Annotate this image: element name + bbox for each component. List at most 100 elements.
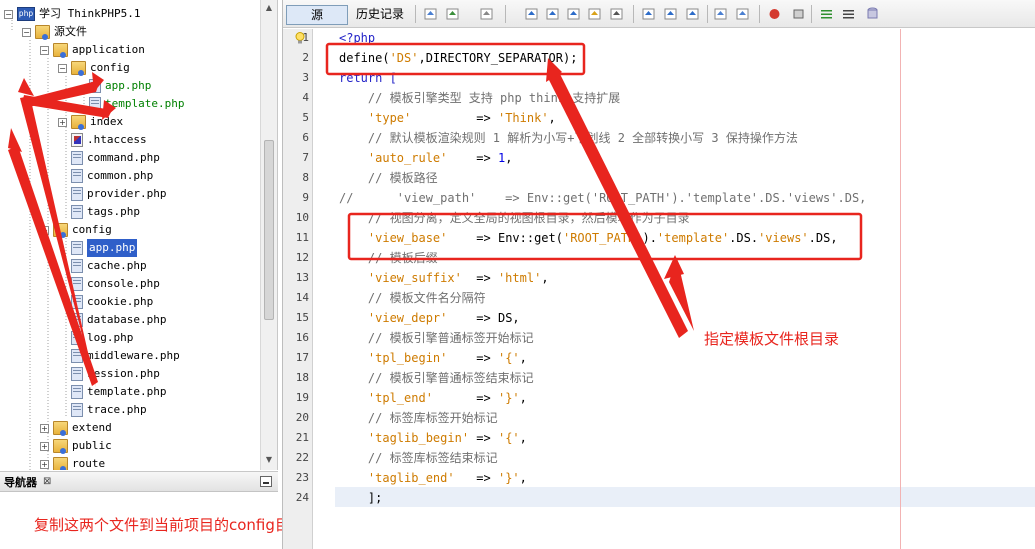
last-edit-icon[interactable] (423, 7, 438, 21)
tree-item-php[interactable]: template.php (71, 383, 166, 401)
code-line[interactable]: // 模板后缀 (339, 248, 438, 268)
code-line[interactable]: 'type' => 'Think', (339, 108, 556, 128)
project-tree[interactable]: − php 学习 ThinkPHP5.1− 源文件 − application − confi… (0, 0, 278, 470)
tree-item-php[interactable]: app.php (89, 77, 151, 95)
php-file-icon (71, 151, 83, 165)
code-line[interactable]: 'auto_rule' => 1, (339, 148, 513, 168)
current-line-highlight (335, 487, 1035, 507)
hint-bulb-icon[interactable] (295, 32, 305, 45)
tree-item-php[interactable]: provider.php (71, 185, 166, 203)
code-line[interactable]: // 标签库标签开始标记 (339, 408, 498, 428)
tree-item-folder[interactable]: + public (40, 437, 112, 455)
code-token: 'views' (758, 231, 809, 245)
collapse-icon[interactable]: − (58, 63, 67, 73)
find-previous-icon[interactable] (545, 7, 560, 21)
comment-icon[interactable] (819, 7, 834, 21)
code-token: '}' (497, 391, 520, 405)
code-token: // 模板引擎普通标签开始标记 (339, 331, 534, 345)
back-icon[interactable] (445, 7, 460, 21)
tree-item-php[interactable]: trace.php (71, 401, 147, 419)
code-line[interactable]: return [ (339, 68, 397, 88)
code-line[interactable]: // 模板引擎类型 支持 php think 支持扩展 (339, 88, 620, 108)
expand-icon[interactable]: + (58, 117, 67, 127)
tree-item-php[interactable]: console.php (71, 275, 160, 293)
code-line[interactable]: 'view_base' => Env::get('ROOT_PATH').'te… (339, 228, 838, 248)
expand-icon[interactable]: + (40, 441, 49, 451)
scroll-down-arrow-icon[interactable]: ▼ (263, 454, 275, 466)
code-line[interactable]: define('DS',DIRECTORY_SEPARATOR); (339, 48, 577, 68)
collapse-icon[interactable]: − (40, 45, 49, 55)
tree-item-php[interactable]: app.php (71, 239, 138, 257)
code-line[interactable]: // 视图分离，定义全局的视图根目录，然后模块作为子目录 (339, 208, 690, 228)
line-number: 8 (302, 171, 309, 184)
code-line[interactable]: // 'view_path' => Env::get('ROOT_PATH').… (339, 188, 866, 208)
code-line[interactable]: 'view_depr' => DS, (339, 308, 520, 328)
navigator-minimize-icon[interactable] (260, 476, 272, 487)
shift-right-icon[interactable] (735, 7, 750, 21)
tree-item-php[interactable]: log.php (71, 329, 133, 347)
toggle-highlight-icon[interactable] (587, 7, 602, 21)
tree-item-php[interactable]: tags.php (71, 203, 140, 221)
database-icon[interactable] (865, 7, 880, 21)
shift-left-icon[interactable] (713, 7, 728, 21)
code-line[interactable]: 'tpl_end' => '}', (339, 388, 527, 408)
scroll-up-arrow-icon[interactable]: ▲ (263, 2, 275, 14)
collapse-icon[interactable]: − (40, 225, 49, 235)
tree-item-php[interactable]: cookie.php (71, 293, 153, 311)
code-line[interactable]: 'taglib_begin' => '{', (339, 428, 527, 448)
toggle-rect-select-icon[interactable] (609, 7, 624, 21)
tree-item-php[interactable]: database.php (71, 311, 166, 329)
expand-icon[interactable]: + (40, 459, 49, 469)
tree-item-folder[interactable]: − application (40, 41, 145, 59)
scrollbar-thumb[interactable] (264, 140, 274, 320)
tab-source[interactable]: 源 (286, 5, 348, 25)
collapse-icon[interactable]: − (22, 27, 31, 37)
tab-history[interactable]: 历史记录 (353, 5, 407, 25)
code-line[interactable]: 'tpl_begin' => '{', (339, 348, 527, 368)
code-line[interactable]: // 默认模板渲染规则 1 解析为小写+下划线 2 全部转换小写 3 保持操作方… (339, 128, 798, 148)
expand-icon[interactable]: + (40, 423, 49, 433)
navigator-close-icon[interactable]: ⊠ (43, 476, 51, 487)
fold-column[interactable] (313, 29, 335, 549)
code-token: 'view_depr' (367, 311, 448, 325)
code-line[interactable]: // 模板路径 (339, 168, 438, 188)
code-line[interactable]: // 标签库标签结束标记 (339, 448, 498, 468)
tree-project-node[interactable]: − php 学习 ThinkPHP5.1 (4, 5, 140, 23)
tree-item-php[interactable]: command.php (71, 149, 160, 167)
php-file-icon (71, 241, 83, 255)
code-token: => (447, 351, 498, 365)
tree-item-php[interactable]: middleware.php (71, 347, 180, 365)
tree-item-folder[interactable]: + index (58, 113, 123, 131)
forward-icon[interactable] (479, 7, 494, 21)
tree-item-folder[interactable]: + extend (40, 419, 112, 437)
find-next-icon[interactable] (566, 7, 581, 21)
line-number: 7 (302, 151, 309, 164)
tree-item-folder[interactable]: + route (40, 455, 105, 470)
code-line[interactable]: 'taglib_end' => '}', (339, 468, 527, 488)
tree-item-htaccess[interactable]: .htaccess (71, 131, 147, 149)
code-line[interactable]: // 模板引擎普通标签开始标记 (339, 328, 534, 348)
tree-item-php[interactable]: common.php (71, 167, 153, 185)
code-line[interactable]: // 模板文件名分隔符 (339, 288, 486, 308)
previous-bookmark-icon[interactable] (641, 7, 656, 21)
tree-item-php[interactable]: cache.php (71, 257, 147, 275)
tree-item-php[interactable]: template.php (89, 95, 184, 113)
tree-item-folder[interactable]: − 源文件 (22, 23, 87, 41)
code-line[interactable]: // 模板引擎普通标签结束标记 (339, 368, 534, 388)
tree-item-folder[interactable]: − config (58, 59, 130, 77)
uncomment-icon[interactable] (841, 7, 856, 21)
toggle-bookmark-icon[interactable] (685, 7, 700, 21)
code-line[interactable]: <?php (339, 28, 375, 48)
folder-icon (35, 25, 50, 40)
find-selection-icon[interactable] (524, 7, 539, 21)
code-editor[interactable]: 源 历史记录 1 2 3 4 5 6 7 8 9 10 11 12 13 14 15 16 17 18 19 20 21… (282, 0, 1035, 549)
tree-scrollbar[interactable]: ▲ ▼ (260, 0, 277, 470)
collapse-icon[interactable]: − (4, 9, 13, 19)
stop-macro-icon[interactable] (791, 7, 806, 21)
next-bookmark-icon[interactable] (663, 7, 678, 21)
tree-item-folder[interactable]: − config (40, 221, 112, 239)
code-line[interactable]: 'view_suffix' => 'html', (339, 268, 549, 288)
tree-item-php[interactable]: session.php (71, 365, 160, 383)
start-macro-icon[interactable] (767, 7, 782, 21)
code-line[interactable]: ]; (339, 488, 382, 508)
